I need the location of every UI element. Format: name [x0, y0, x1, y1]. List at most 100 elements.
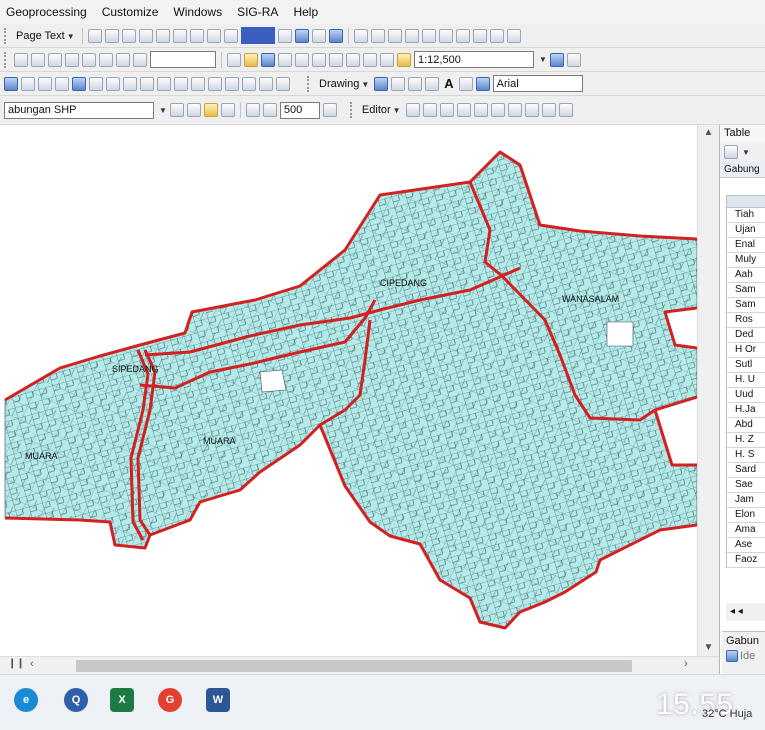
tool-d-icon[interactable]: [259, 76, 273, 91]
table-row[interactable]: H.Ja: [726, 403, 765, 418]
pan-page-icon[interactable]: [121, 28, 136, 43]
editor-menu-button[interactable]: Editor ▼: [360, 104, 403, 116]
table-record-navigator[interactable]: ◂ ◂: [726, 603, 765, 621]
full-page-icon[interactable]: [138, 28, 153, 43]
focus-data-frame-icon[interactable]: [294, 28, 309, 43]
layout-tool-6-icon[interactable]: [438, 28, 453, 43]
menu-customize[interactable]: Customize: [102, 5, 159, 19]
table-row[interactable]: Ded: [726, 328, 765, 343]
table-row[interactable]: Sard: [726, 463, 765, 478]
zoom-in-page-icon[interactable]: [87, 28, 102, 43]
select-elements-arrow-icon[interactable]: [374, 76, 389, 91]
info-icon[interactable]: [191, 76, 205, 91]
chevron-down-icon[interactable]: ▼: [537, 55, 547, 64]
menu-windows[interactable]: Windows: [173, 5, 222, 19]
scroll-thumb[interactable]: [76, 660, 632, 672]
table-row[interactable]: H. Z: [726, 433, 765, 448]
table-row[interactable]: H Or: [726, 343, 765, 358]
toolbar-grip[interactable]: [349, 102, 355, 118]
map-view[interactable]: CIPEDANG WANASALAM SIPEDANG MUARA MUARA: [0, 125, 697, 656]
edit-vertices-icon[interactable]: [405, 103, 420, 117]
toggle-draft-icon[interactable]: [277, 28, 292, 43]
identify-icon[interactable]: [4, 76, 18, 91]
undo-icon[interactable]: [363, 52, 377, 67]
pause-icon[interactable]: ❙❙: [8, 658, 25, 669]
tool-c-icon[interactable]: [242, 76, 256, 91]
zoom-whole-page-icon[interactable]: [408, 76, 423, 91]
edit-tool-extra-icon[interactable]: [541, 103, 556, 117]
table-row[interactable]: Sam: [726, 298, 765, 313]
buffer-distance-field[interactable]: 500: [279, 101, 320, 119]
text-tool-icon[interactable]: A: [442, 76, 455, 91]
table-row[interactable]: Tiah: [726, 208, 765, 223]
map-vertical-scrollbar[interactable]: ▲ ▼: [697, 125, 719, 656]
menu-help[interactable]: Help: [293, 5, 318, 19]
parcel-map[interactable]: CIPEDANG WANASALAM SIPEDANG MUARA MUARA: [0, 125, 697, 656]
sketch-properties-icon[interactable]: [507, 103, 522, 117]
table-row[interactable]: Sutl: [726, 358, 765, 373]
table-row[interactable]: Ase: [726, 538, 765, 553]
tool-a-icon[interactable]: [208, 76, 222, 91]
layer-tool-1-icon[interactable]: [169, 103, 184, 117]
table-row[interactable]: Muly: [726, 253, 765, 268]
toolbar-grip[interactable]: [307, 75, 312, 92]
excel-icon[interactable]: X: [110, 688, 134, 712]
create-features-icon[interactable]: [524, 103, 539, 117]
drawing-menu-button[interactable]: Drawing ▼: [317, 78, 371, 90]
edit-tool-1-icon[interactable]: [14, 52, 28, 67]
toolbar-grip[interactable]: [4, 51, 9, 68]
editor-toolbar-icon[interactable]: [549, 52, 564, 67]
layer-select-field[interactable]: abungan SHP: [4, 101, 154, 119]
table-row[interactable]: Sae: [726, 478, 765, 493]
change-layout-icon[interactable]: [311, 28, 326, 43]
table-row[interactable]: Ujan: [726, 223, 765, 238]
add-data-icon[interactable]: [397, 52, 411, 67]
table-row[interactable]: Enal: [726, 238, 765, 253]
parcel-polygons[interactable]: [4, 151, 697, 629]
edit-tool-3-icon[interactable]: [48, 52, 62, 67]
menu-geoprocessing[interactable]: Geoprocessing: [6, 5, 87, 19]
new-document-icon[interactable]: [227, 52, 241, 67]
chevron-down-icon[interactable]: ▼: [157, 106, 167, 115]
table-of-contents-icon[interactable]: [566, 52, 581, 67]
rotate-icon[interactable]: [391, 76, 406, 91]
toolbar-grip[interactable]: [4, 27, 9, 44]
map-horizontal-scrollbar[interactable]: ❙❙ ‹ ›: [0, 656, 719, 675]
edge-browser-icon[interactable]: e: [14, 688, 38, 712]
scroll-left-icon[interactable]: ‹: [30, 658, 34, 670]
back-extent-icon[interactable]: [206, 28, 221, 43]
layer-tool-3-icon[interactable]: [203, 103, 218, 117]
chrome-icon[interactable]: G: [158, 688, 182, 712]
word-icon[interactable]: W: [206, 688, 230, 712]
fixed-zoom-in-icon[interactable]: [172, 28, 187, 43]
select-elements-icon[interactable]: [174, 76, 188, 91]
layout-tool-4-icon[interactable]: [404, 28, 419, 43]
table-row[interactable]: Aah: [726, 268, 765, 283]
layout-tool-10-icon[interactable]: [506, 28, 521, 43]
rotate-feature-icon[interactable]: [473, 103, 488, 117]
map-scale-field[interactable]: 1:12,500: [414, 51, 534, 68]
cut-polygon-icon[interactable]: [439, 103, 454, 117]
save-icon[interactable]: [261, 52, 275, 67]
attributes-icon[interactable]: [490, 103, 505, 117]
find-icon[interactable]: [72, 76, 86, 91]
redo-icon[interactable]: [380, 52, 394, 67]
layout-tool-9-icon[interactable]: [489, 28, 504, 43]
print-icon[interactable]: [278, 52, 292, 67]
edit-input-field[interactable]: [150, 51, 216, 68]
data-driven-pages-icon[interactable]: [328, 28, 343, 43]
layout-tool-1-icon[interactable]: [353, 28, 368, 43]
layer-tool-2-icon[interactable]: [186, 103, 201, 117]
rectangle-icon[interactable]: [425, 76, 440, 91]
table-row[interactable]: Ama: [726, 523, 765, 538]
scroll-right-icon[interactable]: ›: [684, 658, 688, 670]
edit-tool-8-icon[interactable]: [133, 52, 147, 67]
table-row[interactable]: Abd: [726, 418, 765, 433]
layout-tool-3-icon[interactable]: [387, 28, 402, 43]
hyperlink-icon[interactable]: [38, 76, 52, 91]
paste-icon[interactable]: [329, 52, 343, 67]
zoom-out-page-icon[interactable]: [104, 28, 119, 43]
fixed-zoom-out-icon[interactable]: [189, 28, 204, 43]
page-width-icon[interactable]: [155, 28, 170, 43]
edit-tool-extra2-icon[interactable]: [558, 103, 573, 117]
